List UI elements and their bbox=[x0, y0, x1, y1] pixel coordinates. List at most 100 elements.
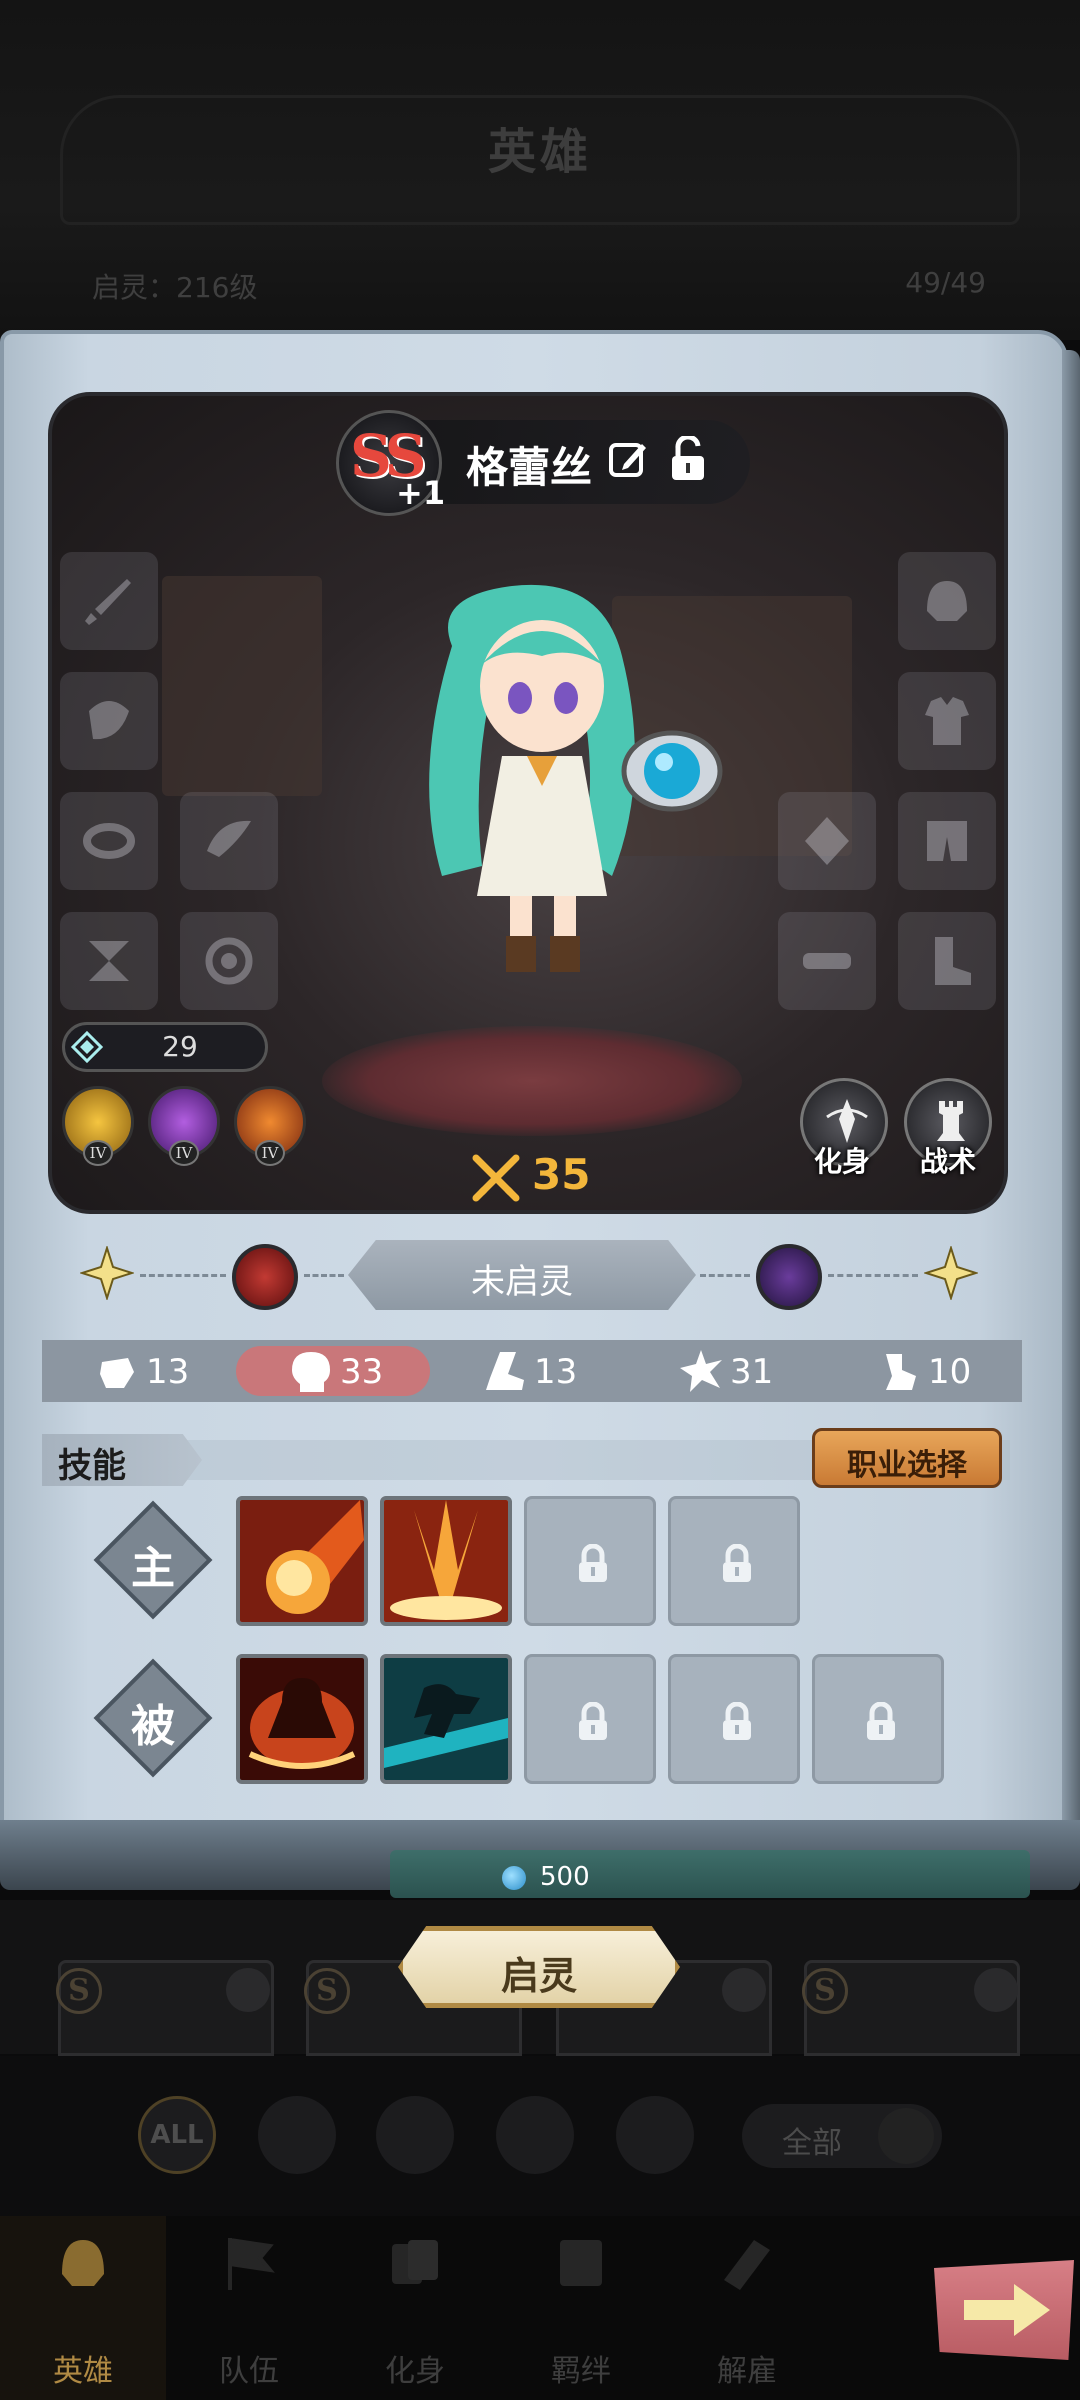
book-nav-icon bbox=[560, 2240, 602, 2286]
nav-avatar-label: 化身 bbox=[385, 2354, 445, 2389]
hero-weapon-orb bbox=[621, 730, 723, 812]
filter-mystic-icon[interactable] bbox=[376, 2096, 454, 2174]
nav-team[interactable]: 队伍 bbox=[166, 2230, 332, 2400]
awaken-level-text: 启灵：216级 bbox=[92, 271, 258, 304]
filter-dropdown[interactable]: 全部 bbox=[742, 2104, 942, 2168]
offhand-slot[interactable] bbox=[60, 672, 158, 770]
boot-slot-icon bbox=[935, 937, 971, 985]
lock-icon bbox=[867, 1702, 895, 1740]
rune-slot-2[interactable] bbox=[180, 912, 278, 1010]
stat-intelligence[interactable]: 33 bbox=[288, 1346, 408, 1396]
nav-dismiss[interactable]: 解雇 bbox=[664, 2230, 830, 2400]
rank-s-icon: S bbox=[802, 1968, 848, 2014]
dash-line-right bbox=[828, 1274, 918, 1277]
active-skill-2[interactable] bbox=[380, 1496, 512, 1626]
rank-s-icon: S bbox=[304, 1968, 350, 2014]
passive-skill-2[interactable] bbox=[380, 1654, 512, 1784]
dash-line-mid-right bbox=[700, 1274, 750, 1277]
boots-slot[interactable] bbox=[898, 912, 996, 1010]
nav-bonds-label: 羁绊 bbox=[551, 2354, 611, 2389]
stat-stamina[interactable]: 10 bbox=[876, 1346, 996, 1396]
head-icon bbox=[292, 1352, 330, 1392]
rank-plus: +1 bbox=[396, 474, 446, 512]
stat-critical-value: 31 bbox=[730, 1352, 774, 1392]
boot-icon bbox=[486, 1352, 524, 1390]
skills-title: 技能 bbox=[58, 1446, 126, 1486]
wing-icon bbox=[207, 820, 251, 857]
stat-critical[interactable]: 31 bbox=[678, 1346, 798, 1396]
awaken-button-label: 启灵 bbox=[500, 1954, 577, 1998]
star-left-icon bbox=[80, 1246, 134, 1300]
fire-element-icon bbox=[232, 1244, 298, 1310]
nav-dismiss-label: 解雇 bbox=[717, 2354, 777, 2389]
spiral-icon bbox=[205, 937, 253, 985]
nav-heroes-label: 英雄 bbox=[53, 2354, 113, 2389]
lock-icon bbox=[723, 1702, 751, 1740]
class-select-button[interactable]: 职业选择 bbox=[812, 1428, 1002, 1488]
armor-slot[interactable] bbox=[898, 672, 996, 770]
flag-nav-icon bbox=[228, 2238, 275, 2290]
stat-stamina-value: 10 bbox=[928, 1352, 972, 1392]
edit-icon[interactable] bbox=[608, 440, 648, 480]
fireball-icon bbox=[240, 1500, 364, 1622]
charm-slot[interactable] bbox=[180, 792, 278, 890]
aura-level-3: IV bbox=[255, 1140, 285, 1166]
star-right-icon bbox=[924, 1246, 978, 1300]
nav-avatar[interactable]: 化身 bbox=[332, 2230, 498, 2400]
passive-skill-slot-locked-2[interactable] bbox=[668, 1654, 800, 1784]
nav-heroes[interactable]: 英雄 bbox=[0, 2230, 166, 2400]
gem-icon bbox=[70, 1030, 104, 1064]
awaken-cost-value: 500 bbox=[540, 1862, 590, 1892]
nav-bonds[interactable]: 羁绊 bbox=[498, 2230, 664, 2400]
tactics-label: 战术 bbox=[920, 1145, 977, 1178]
awaken-button[interactable]: 启灵 bbox=[398, 1926, 680, 2008]
passive-skill-slot-locked-1[interactable] bbox=[524, 1654, 656, 1784]
spirit-stone-icon bbox=[502, 1866, 526, 1890]
filter-warrior-icon[interactable] bbox=[258, 2096, 336, 2174]
pants-slot[interactable] bbox=[898, 792, 996, 890]
class-select-label: 职业选择 bbox=[847, 1448, 967, 1483]
passive-skill-1[interactable] bbox=[236, 1654, 368, 1784]
belt-icon bbox=[803, 953, 851, 969]
power-value: 35 bbox=[532, 1150, 591, 1199]
ring-slot[interactable] bbox=[60, 792, 158, 890]
gem-slot[interactable] bbox=[778, 792, 876, 890]
active-skill-slot-locked-1[interactable] bbox=[524, 1496, 656, 1626]
filter-all-button[interactable]: ALL bbox=[138, 2096, 216, 2174]
filter-support-icon[interactable] bbox=[496, 2096, 574, 2174]
dagger-icon bbox=[85, 579, 131, 625]
rank-s-icon: S bbox=[56, 1968, 102, 2014]
arm-icon bbox=[886, 1354, 916, 1390]
rune-slot-1[interactable] bbox=[60, 912, 158, 1010]
filter-ranger-icon[interactable] bbox=[616, 2096, 694, 2174]
armor-icon bbox=[925, 697, 969, 745]
active-skill-1[interactable] bbox=[236, 1496, 368, 1626]
aura-level-1: IV bbox=[83, 1140, 113, 1166]
cards-nav-icon bbox=[392, 2240, 438, 2284]
active-skill-slot-locked-2[interactable] bbox=[668, 1496, 800, 1626]
dash-line-left bbox=[140, 1274, 226, 1277]
spirit-element-icon bbox=[756, 1244, 822, 1310]
swords-icon bbox=[472, 1154, 520, 1202]
fist-icon bbox=[100, 1358, 134, 1388]
helmet-slot[interactable] bbox=[898, 552, 996, 650]
belt-slot[interactable] bbox=[778, 912, 876, 1010]
stat-intelligence-value: 33 bbox=[340, 1352, 384, 1392]
weapon-slot[interactable] bbox=[60, 552, 158, 650]
lock-open-icon[interactable] bbox=[668, 436, 708, 482]
next-arrow-button[interactable] bbox=[934, 2260, 1074, 2360]
avatar-label: 化身 bbox=[814, 1145, 871, 1178]
lock-icon bbox=[579, 1702, 607, 1740]
stat-agility[interactable]: 13 bbox=[482, 1346, 602, 1396]
ring-icon bbox=[83, 823, 135, 859]
passive-skill-slot-locked-3[interactable] bbox=[812, 1654, 944, 1784]
dash-strike-icon bbox=[384, 1658, 508, 1780]
nav-team-label: 队伍 bbox=[219, 2354, 279, 2389]
filter-dropdown-label: 全部 bbox=[782, 2126, 842, 2161]
fire-element-small-icon bbox=[974, 1968, 1018, 2012]
stat-strength[interactable]: 13 bbox=[94, 1346, 214, 1396]
stat-agility-value: 13 bbox=[534, 1352, 578, 1392]
passive-skill-label: 被 bbox=[131, 1701, 175, 1752]
awaken-cost-strip bbox=[390, 1850, 1030, 1898]
lock-icon bbox=[579, 1544, 607, 1582]
